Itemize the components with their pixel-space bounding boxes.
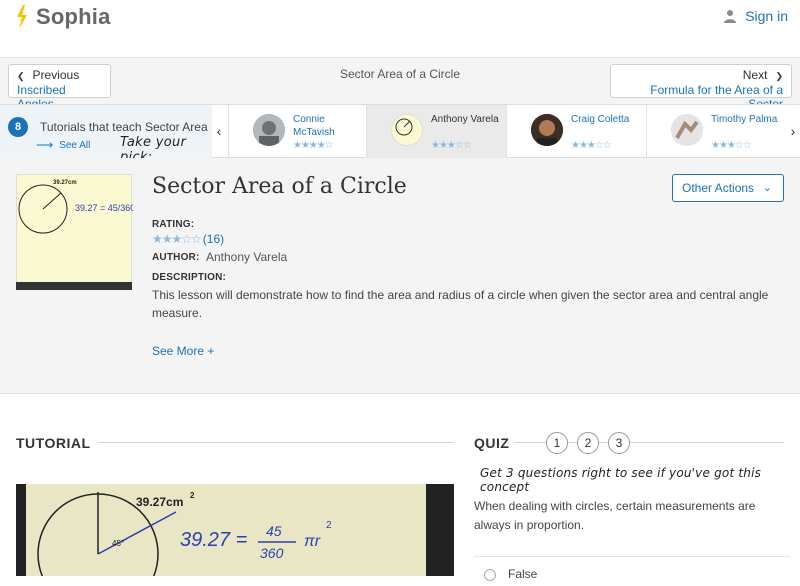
person-icon [724,10,737,23]
sophia-logo-icon [17,5,27,29]
tutorials-summary: 8 Tutorials that teach Sector Area ⟶ See… [0,105,212,165]
video-equation-left: 39.27 = [180,529,247,551]
lesson-header: 39.27cm 39.27 = 45/360 Sector Area of a … [0,158,800,394]
quiz-hint: Get 3 questions right to see if you've g… [480,466,762,494]
sophia-logo[interactable]: Sophia [10,4,111,30]
author-name: Anthony Varela [431,114,499,125]
rating-count: (16) [202,232,225,246]
author-name: Timothy Palma [711,114,778,125]
see-all-label: See All [59,139,91,151]
video-pi-r: πr [304,533,321,550]
carousel-next-chevron-icon[interactable]: › [786,123,800,139]
tutorial-heading: TUTORIAL [16,435,91,451]
avatar [391,114,423,146]
carousel-prev-chevron-icon[interactable]: ‹ [212,123,226,139]
chevron-left-icon: ❮ [17,71,25,81]
top-bar: Sophia Sign in [0,0,800,58]
tutorial-divider [98,442,454,443]
author-card-anthony[interactable]: Anthony Varela ★★★☆☆ [366,105,506,158]
video-fraction-top: 45 [266,523,282,539]
chevron-right-icon: ❯ [775,71,783,81]
tutorials-label: Tutorials that teach Sector Area [40,120,208,134]
video-whiteboard: 39.27cm 2 45° 39.27 = 45 360 πr 2 [37,491,332,586]
thumbnail-area-label: 39.27cm [53,180,77,186]
avatar [253,114,285,146]
brand-name: Sophia [36,4,111,29]
lesson-description: This lesson will demonstrate how to find… [152,288,769,320]
video-fraction-bottom: 360 [260,545,284,561]
previous-lesson-button[interactable]: ❮Previous Inscribed Angles [8,64,111,111]
quiz-step-3[interactable]: 3 [608,432,630,454]
other-actions-button[interactable]: Other Actions ⌄ [672,174,784,202]
tutorial-video[interactable]: 39.27cm 2 45° 39.27 = 45 360 πr 2 [26,484,426,586]
tutorials-carousel: 8 Tutorials that teach Sector Area ⟶ See… [0,104,800,165]
rating-label: RATING: [152,219,195,230]
arrow-right-icon: ⟶ [36,138,54,152]
author-rating-stars: ★★★☆☆ [571,140,612,151]
description-label: DESCRIPTION: [152,272,227,283]
quiz-question: When dealing with circles, certain measu… [474,499,756,532]
author-name: Craig Coletta [571,114,630,125]
video-superscript: 2 [190,491,195,500]
quiz-heading: QUIZ [474,435,510,451]
author-card-connie[interactable]: Connie McTavish ★★★★☆ [228,105,366,158]
author-rating-stars: ★★★☆☆ [711,140,752,151]
author-label: AUTHOR: [152,252,200,263]
current-lesson-title: Sector Area of a Circle [339,67,461,81]
sign-in-label: Sign in [745,8,788,24]
lesson-thumbnail[interactable]: 39.27cm 39.27 = 45/360 [16,174,135,290]
answer-option[interactable]: False [474,556,790,586]
tutorial-count-badge: 8 [8,117,28,137]
lesson-author: Anthony Varela [206,250,288,264]
author-rating-stars: ★★★★☆ [293,140,334,151]
rating-stars: ★★★☆☆ [152,232,202,246]
video-angle-label: 45° [112,539,124,548]
avatar [531,114,563,146]
sign-in-link[interactable]: Sign in [723,8,788,24]
next-label: Next [742,68,768,82]
lesson-title: Sector Area of a Circle [152,174,407,199]
see-more-link[interactable]: See More + [152,344,214,358]
thumbnail-drawing: 39.27cm 39.27 = 45/360 [18,180,135,234]
next-lesson-button[interactable]: Next❯ Formula for the Area of a Sector [610,64,792,111]
author-card-craig[interactable]: Craig Coletta ★★★☆☆ [506,105,646,158]
lesson-nav-row: ❮Previous Inscribed Angles Sector Area o… [0,58,800,111]
author-rating-stars: ★★★☆☆ [431,140,472,151]
avatar [671,114,703,146]
video-exponent: 2 [326,520,332,531]
quiz-step-1[interactable]: 1 [546,432,568,454]
answer-label: False [508,567,538,581]
other-actions-label: Other Actions [682,181,755,195]
thumbnail-equation: 39.27 = 45/360 [75,203,133,213]
previous-label: Previous [32,68,80,82]
thumbnail-progress-bar [16,282,132,290]
quiz-step-2[interactable]: 2 [577,432,599,454]
author-name: Connie McTavish [293,114,335,138]
lesson-rating[interactable]: ★★★☆☆ (16) [152,232,224,246]
chevron-down-icon: ⌄ [762,182,772,194]
answer-radio[interactable] [484,569,496,581]
author-card-timothy[interactable]: Timothy Palma ★★★☆☆ [646,105,786,158]
video-area-label: 39.27cm [136,495,183,509]
see-all-link[interactable]: ⟶ See All [36,138,90,152]
